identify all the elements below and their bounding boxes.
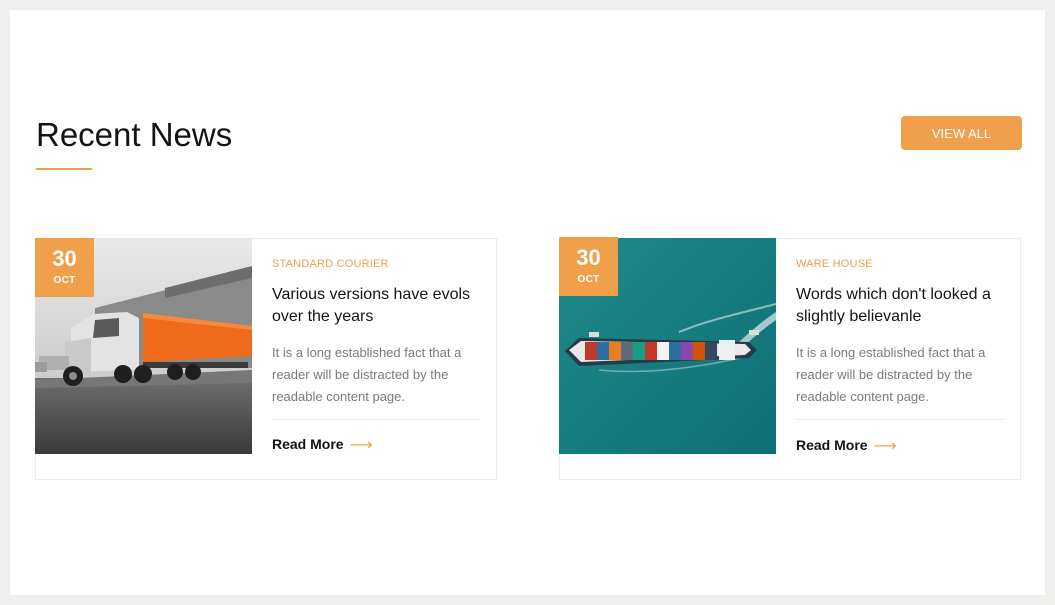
read-more-label: Read More: [796, 437, 868, 453]
article-title[interactable]: Various versions have evols over the yea…: [272, 284, 482, 328]
arrow-right-icon: ⟶: [349, 437, 373, 454]
article-excerpt: It is a long established fact that a rea…: [796, 345, 986, 404]
article-excerpt: It is a long established fact that a rea…: [272, 345, 462, 404]
read-more-link[interactable]: Read More ⟶: [272, 435, 373, 455]
recent-news-section: Recent News VIEW ALL 30 OCT STANDARD COU…: [10, 10, 1045, 595]
date-badge: 30 OCT: [35, 238, 94, 297]
view-all-button[interactable]: VIEW ALL: [901, 116, 1022, 150]
article-title[interactable]: Words which don't looked a slightly beli…: [796, 284, 1006, 328]
date-day: 30: [52, 246, 77, 271]
section-title: Recent News: [36, 116, 233, 153]
date-badge: 30 OCT: [559, 237, 618, 296]
date-day: 30: [576, 245, 601, 270]
card-divider: [796, 419, 1004, 420]
title-underline: [36, 168, 92, 170]
news-card: 30 OCT WARE HOUSE Words which don't look…: [559, 237, 1021, 480]
read-more-label: Read More: [272, 436, 344, 452]
news-card: 30 OCT STANDARD COURIER Various versions…: [35, 238, 497, 480]
date-month: OCT: [53, 275, 76, 286]
date-month: OCT: [577, 274, 600, 285]
arrow-right-icon: ⟶: [873, 438, 897, 455]
category-link[interactable]: STANDARD COURIER: [272, 258, 389, 270]
category-link[interactable]: WARE HOUSE: [796, 258, 873, 270]
card-divider: [272, 419, 480, 420]
read-more-link[interactable]: Read More ⟶: [796, 436, 897, 456]
